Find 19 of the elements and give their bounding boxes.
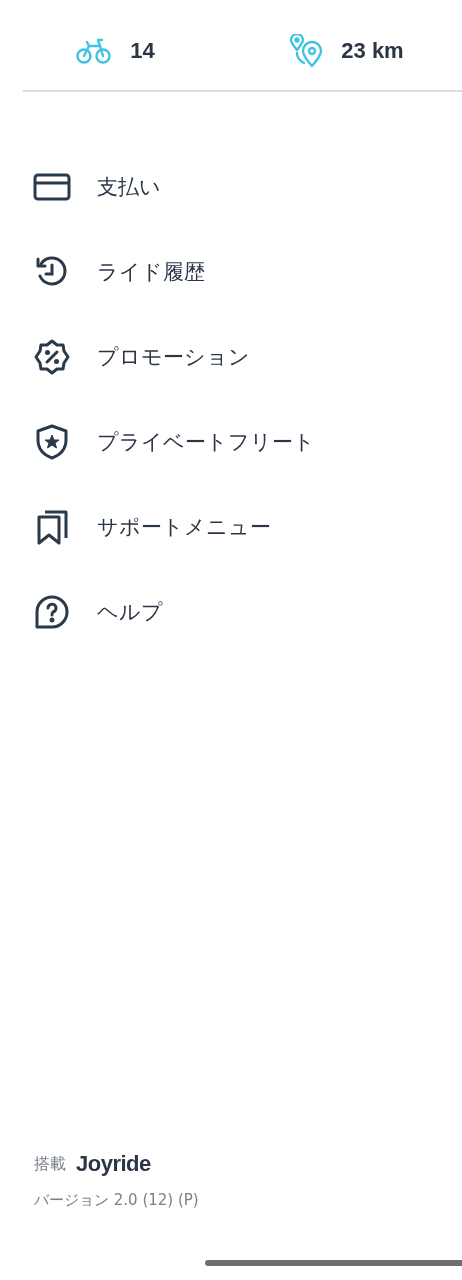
bicycle-icon xyxy=(76,38,113,64)
menu-item[interactable]: ヘルプ xyxy=(0,569,462,654)
menu-item[interactable]: プロモーション xyxy=(0,314,462,399)
stat-value: 14 xyxy=(130,38,155,64)
credit-card-icon xyxy=(33,172,71,201)
menu-item[interactable]: サポートメニュー xyxy=(0,484,462,569)
menu-item[interactable]: プライベートフリート xyxy=(0,399,462,484)
menu-item[interactable]: ライド履歴 xyxy=(0,229,462,314)
shield-star-icon xyxy=(35,423,69,460)
home-indicator[interactable] xyxy=(205,1260,462,1266)
location-pins-icon xyxy=(289,34,324,68)
stat-value: 23 km xyxy=(341,38,404,64)
version-text: バージョン 2.0 (12) (P) xyxy=(34,1191,199,1210)
bookmarks-icon xyxy=(36,508,68,545)
brand-logo: Joyride xyxy=(76,1151,151,1177)
powered-by-label: 搭載 xyxy=(34,1153,66,1175)
discount-badge-icon xyxy=(34,338,70,375)
help-icon xyxy=(35,594,69,629)
menu-item[interactable]: 支払い xyxy=(0,144,462,229)
